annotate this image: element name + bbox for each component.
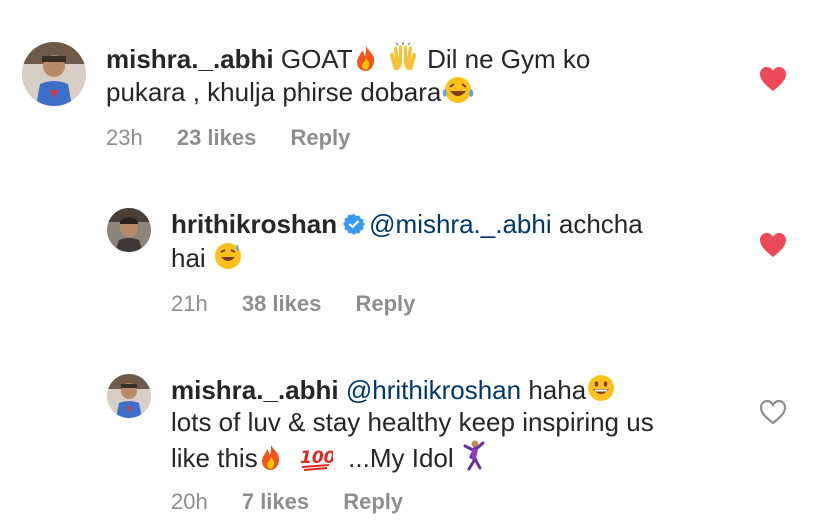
comment-body: haha <box>528 375 587 405</box>
username[interactable]: mishra._.abhi <box>106 44 274 74</box>
likes-count[interactable]: 23 likes <box>177 125 257 151</box>
likes-count[interactable]: 38 likes <box>242 291 322 317</box>
comment-body-line2: lots of luv & stay healthy keep inspirin… <box>171 407 654 437</box>
comment-text-line2: pukara , khulja phirse dobara <box>106 75 475 113</box>
comment-body-line2: pukara , khulja phirse dobara <box>106 77 442 107</box>
mention-link[interactable]: @mishra._.abhi <box>369 209 551 239</box>
comment-text: hrithikroshan @mishra._.abhi achcha <box>171 208 643 241</box>
reply-button[interactable]: Reply <box>355 291 415 317</box>
dancer-emoji <box>461 439 487 479</box>
fire-emoji <box>258 443 284 479</box>
comment-text-line2: lots of luv & stay healthy keep inspirin… <box>171 406 654 439</box>
likes-count[interactable]: 7 likes <box>242 489 309 515</box>
comment-body-continued: Dil ne Gym ko <box>427 44 591 74</box>
heart-icon[interactable] <box>759 232 787 258</box>
timestamp[interactable]: 23h <box>106 125 143 151</box>
comment-meta: 23h 23 likes Reply <box>106 125 350 151</box>
laughing-tears-emoji <box>441 75 475 113</box>
avatar[interactable] <box>107 208 151 252</box>
hundred-points-emoji: 100 <box>299 443 336 479</box>
timestamp[interactable]: 21h <box>171 291 208 317</box>
heart-outline-icon[interactable] <box>759 399 787 425</box>
timestamp[interactable]: 20h <box>171 489 208 515</box>
avatar[interactable] <box>107 374 151 418</box>
avatar[interactable] <box>22 42 86 106</box>
comment-body-line3-end: ...My Idol <box>348 443 454 473</box>
comment-meta: 21h 38 likes Reply <box>171 291 415 317</box>
heart-icon[interactable] <box>759 66 787 92</box>
verified-badge-icon <box>343 214 366 235</box>
comment-text-line3: like this 100 ...My Idol <box>171 439 487 479</box>
comment-text-line2: hai <box>171 241 243 279</box>
comment-body-line2: hai <box>171 243 206 273</box>
comment-body: GOAT <box>280 44 353 74</box>
sweat-smile-emoji <box>213 241 243 279</box>
comment-body-line3: like this <box>171 443 258 473</box>
comment-meta: 20h 7 likes Reply <box>171 489 403 515</box>
comment-body: achcha <box>558 209 643 239</box>
mention-link[interactable]: @hrithikroshan <box>346 375 521 405</box>
reply-button[interactable]: Reply <box>343 489 403 515</box>
username[interactable]: hrithikroshan <box>171 209 337 239</box>
reply-button[interactable]: Reply <box>290 125 350 151</box>
username[interactable]: mishra._.abhi <box>171 375 339 405</box>
